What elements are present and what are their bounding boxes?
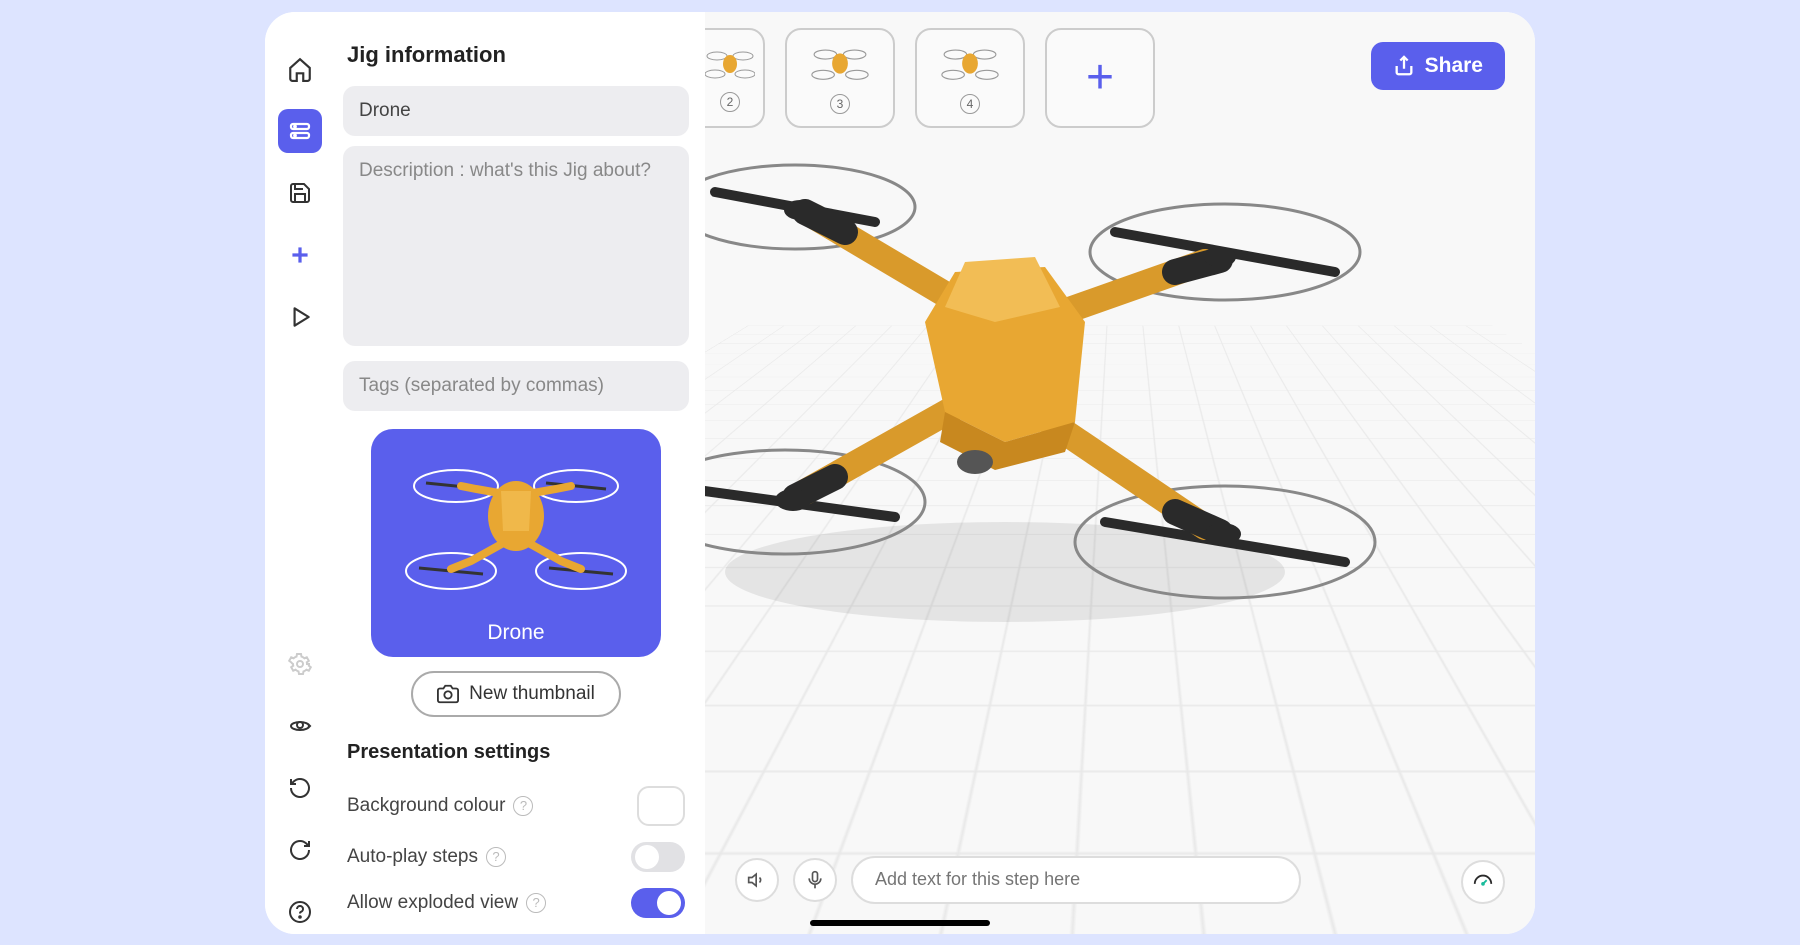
save-icon[interactable]: [278, 171, 322, 215]
thumbnail-label: Drone: [487, 621, 544, 645]
step-text-input[interactable]: [851, 856, 1301, 904]
bg-color-swatch[interactable]: [637, 786, 685, 826]
mic-icon: [805, 870, 825, 890]
step-card[interactable]: 4: [915, 28, 1025, 128]
help-hint-icon[interactable]: ?: [486, 847, 506, 867]
mic-button[interactable]: [793, 858, 837, 902]
gear-ghost-icon: [278, 642, 322, 686]
add-step-button[interactable]: +: [1045, 28, 1155, 128]
jig-tags-input[interactable]: [343, 361, 689, 411]
info-icon[interactable]: [278, 109, 322, 153]
step-number: 3: [830, 94, 850, 114]
play-icon[interactable]: [278, 295, 322, 339]
step-number: 2: [720, 92, 740, 112]
home-icon[interactable]: [278, 47, 322, 91]
step-number: 4: [960, 94, 980, 114]
autoplay-label: Auto-play steps: [347, 846, 478, 868]
app-window: Jig information Drone New thumbnail: [265, 12, 1535, 934]
exploded-row: Allow exploded view ?: [343, 880, 689, 926]
drone-step-icon: [940, 41, 1000, 86]
bg-color-row: Background colour ?: [343, 778, 689, 834]
gauge-icon: [1472, 871, 1494, 893]
speaker-icon: [747, 870, 767, 890]
left-rail: [265, 12, 335, 934]
new-thumbnail-button[interactable]: New thumbnail: [411, 671, 621, 717]
rotate-model-icon[interactable]: [278, 704, 322, 748]
drone-step-icon: [705, 44, 755, 84]
drone-step-icon: [810, 41, 870, 86]
sidebar-panel: Jig information Drone New thumbnail: [335, 12, 705, 934]
jig-description-input[interactable]: [343, 146, 689, 346]
canvas[interactable]: 2 3 4 + Share: [705, 12, 1535, 934]
redo-icon[interactable]: [278, 828, 322, 872]
step-card[interactable]: 2: [705, 28, 765, 128]
panel-title: Jig information: [343, 42, 689, 68]
undo-icon[interactable]: [278, 766, 322, 810]
help-hint-icon[interactable]: ?: [526, 893, 546, 913]
camera-icon: [437, 683, 459, 705]
share-icon: [1393, 55, 1415, 77]
autoplay-toggle[interactable]: [631, 842, 685, 872]
speaker-button[interactable]: [735, 858, 779, 902]
bottom-bar: [705, 856, 1535, 904]
drone-model[interactable]: [705, 112, 1385, 672]
share-button[interactable]: Share: [1371, 42, 1505, 90]
step-card[interactable]: 3: [785, 28, 895, 128]
thumbnail-card[interactable]: Drone: [371, 429, 661, 657]
add-icon[interactable]: [278, 233, 322, 277]
jig-name-input[interactable]: [343, 86, 689, 136]
bg-color-label: Background colour: [347, 795, 505, 817]
help-hint-icon[interactable]: ?: [513, 796, 533, 816]
step-strip: 2 3 4 +: [705, 28, 1155, 128]
drone-thumbnail-icon: [401, 441, 631, 611]
presentation-title: Presentation settings: [343, 741, 689, 764]
exploded-toggle[interactable]: [631, 888, 685, 918]
performance-button[interactable]: [1461, 860, 1505, 904]
home-indicator: [810, 920, 990, 926]
autoplay-row: Auto-play steps ?: [343, 834, 689, 880]
exploded-label: Allow exploded view: [347, 892, 518, 914]
help-icon[interactable]: [278, 890, 322, 934]
